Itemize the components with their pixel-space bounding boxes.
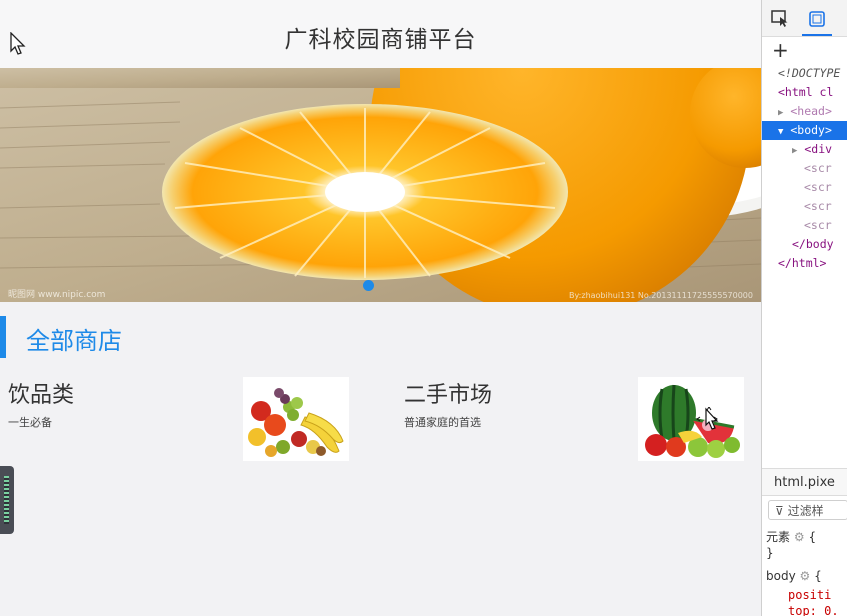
- move-cursor-icon: [696, 407, 719, 430]
- dom-node-script[interactable]: <scr: [804, 159, 847, 178]
- page-viewport: 广科校园商铺平台 昵图网 www.nipic.com By:zhaobihui1…: [0, 0, 761, 616]
- devtools-panel: + <!DOCTYPE <html cl ▶ <head> ▼ <body> ▶…: [761, 0, 847, 616]
- body-style-rule[interactable]: body ⚙ {: [766, 569, 822, 583]
- dom-node-script[interactable]: <scr: [804, 178, 847, 197]
- dom-node-doctype[interactable]: <!DOCTYPE: [778, 64, 847, 83]
- gear-icon[interactable]: ⚙: [794, 530, 805, 544]
- styles-source-tab[interactable]: html.pixe: [762, 468, 847, 496]
- banner-watermark-right: By:zhaobihui131 No.20131111725555570000: [569, 291, 753, 300]
- orange-banner-image: [0, 68, 761, 302]
- devtools-toolbar: [762, 0, 847, 37]
- element-style-rule-end: }: [766, 546, 774, 560]
- shop-card-second-hand[interactable]: 二手市场 普通家庭的首选: [404, 377, 754, 463]
- shop-name: 饮品类: [8, 383, 75, 408]
- side-drawer-handle[interactable]: [0, 466, 14, 534]
- styles-filter-input[interactable]: ⊽ 过滤样: [768, 500, 847, 520]
- shop-description: 一生必备: [8, 416, 52, 429]
- css-property-top[interactable]: top: 0.: [788, 604, 839, 616]
- dom-node-head[interactable]: ▶ <head>: [778, 102, 847, 121]
- top-bar: 广科校园商铺平台: [0, 0, 761, 68]
- shop-card-drinks[interactable]: 饮品类 一生必备: [8, 377, 358, 463]
- device-toolbar-icon[interactable]: [802, 4, 832, 36]
- filter-placeholder: 过滤样: [787, 504, 824, 518]
- gear-icon[interactable]: ⚙: [800, 569, 811, 583]
- dom-node-html[interactable]: <html cl: [778, 83, 847, 102]
- shop-description: 普通家庭的首选: [404, 416, 481, 429]
- add-icon[interactable]: +: [772, 38, 789, 62]
- element-style-rule[interactable]: 元素 ⚙ {: [766, 528, 816, 545]
- volume-meter-icon: [4, 476, 9, 524]
- fruit-assortment-image: [243, 377, 349, 461]
- dom-node-div[interactable]: ▶ <div: [792, 140, 847, 159]
- expand-arrow-icon[interactable]: ▶: [778, 108, 783, 118]
- dom-node-html-close[interactable]: </html>: [778, 254, 847, 273]
- section-title: 全部商店: [26, 327, 122, 355]
- shop-name: 二手市场: [404, 383, 493, 408]
- page-title: 广科校园商铺平台: [284, 27, 477, 53]
- mouse-pointer-icon: [10, 32, 26, 55]
- dom-node-script[interactable]: <scr: [804, 197, 847, 216]
- section-accent-bar: [0, 316, 6, 358]
- css-property-position[interactable]: positi: [788, 588, 831, 602]
- banner-carousel[interactable]: 昵图网 www.nipic.com By:zhaobihui131 No.201…: [0, 68, 761, 302]
- dom-node-body-close[interactable]: </body: [792, 235, 847, 254]
- dom-node-body[interactable]: ▼ <body>: [762, 121, 847, 140]
- banner-watermark-left: 昵图网 www.nipic.com: [8, 290, 106, 300]
- watermelon-fruits-image: [638, 377, 744, 461]
- carousel-active-dot[interactable]: [363, 280, 374, 291]
- expand-arrow-icon[interactable]: ▶: [792, 146, 797, 156]
- section-header: 全部商店: [0, 316, 761, 358]
- dom-node-script[interactable]: <scr: [804, 216, 847, 235]
- inspect-element-icon[interactable]: [770, 8, 790, 28]
- filter-icon: ⊽: [775, 504, 784, 518]
- collapse-arrow-icon[interactable]: ▼: [778, 127, 783, 137]
